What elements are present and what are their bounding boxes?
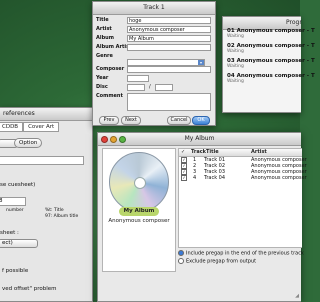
album-artist-field[interactable] bbox=[127, 44, 211, 51]
zoom-icon[interactable] bbox=[119, 136, 126, 143]
preferences-window: references CDDB Cover Art Option se cues… bbox=[0, 107, 93, 302]
progress-item-status: Waiting bbox=[227, 49, 244, 54]
cover-art-panel[interactable]: My Album Anonymous composer bbox=[102, 148, 176, 272]
track-number: 4 bbox=[193, 175, 197, 181]
progress-item: 04 Anonymous composer - T Waiting bbox=[227, 73, 315, 84]
disc-label: Disc bbox=[96, 84, 108, 90]
include-pregap-radio[interactable] bbox=[178, 250, 184, 256]
prefs-number-field[interactable]: 8 bbox=[0, 197, 26, 206]
track-titlebar[interactable]: Track 1 bbox=[93, 2, 215, 15]
chevron-down-icon: ▾ bbox=[198, 60, 204, 65]
progress-window: Progr 01 Anonymous composer - T Waiting … bbox=[222, 16, 315, 113]
table-row[interactable]: ✓ 4 Track 04 Anonymous composer bbox=[179, 175, 307, 181]
title-label: Title bbox=[96, 17, 109, 23]
exclude-pregap-label: Exclude pregap from output bbox=[186, 258, 257, 265]
tab-cover-art[interactable]: Cover Art bbox=[23, 122, 60, 132]
track-title: Track 04 bbox=[204, 175, 226, 181]
preferences-title: references bbox=[3, 110, 35, 117]
tab-cddb[interactable]: CDDB bbox=[0, 122, 24, 132]
preferences-tabs: CDDB Cover Art bbox=[0, 122, 60, 132]
offset-problem-label: ved offset" problem bbox=[2, 286, 57, 292]
artist-label: Artist bbox=[96, 26, 112, 32]
title-field[interactable]: hoge bbox=[127, 17, 211, 24]
composer-label: Composer bbox=[96, 66, 125, 72]
album-label: Album bbox=[96, 35, 114, 41]
album-window: My Album My Album Anonymous composer ✓ T… bbox=[97, 132, 307, 302]
artist-field[interactable]: Anonymous composer bbox=[127, 26, 211, 33]
comment-field[interactable] bbox=[127, 93, 211, 111]
resize-grip-icon[interactable]: ◢ bbox=[295, 293, 299, 299]
include-pregap-label: Include pregap in the end of the previou… bbox=[186, 250, 304, 257]
progress-window-title: Progr bbox=[286, 19, 302, 26]
title-hint: %t: Title bbox=[45, 208, 64, 213]
next-button[interactable]: Next bbox=[121, 116, 141, 125]
comment-label: Comment bbox=[96, 93, 123, 99]
cancel-button[interactable]: Cancel bbox=[167, 116, 191, 125]
exclude-pregap-option[interactable]: Exclude pregap from output bbox=[178, 258, 256, 265]
exclude-pregap-radio[interactable] bbox=[178, 258, 184, 264]
genre-select[interactable]: ▾ bbox=[127, 59, 205, 66]
album-window-title: My Album bbox=[184, 135, 215, 142]
album-artist-label: Anonymous composer bbox=[108, 218, 170, 224]
include-pregap-option[interactable]: Include pregap in the end of the previou… bbox=[178, 250, 304, 257]
disc-number-field[interactable] bbox=[127, 84, 145, 91]
column-header-track[interactable]: Track bbox=[191, 149, 206, 156]
progress-item: 03 Anonymous composer - T Waiting bbox=[227, 58, 315, 69]
year-field[interactable] bbox=[127, 75, 149, 82]
prefs-text-field[interactable] bbox=[0, 156, 84, 165]
album-field[interactable]: My Album bbox=[127, 35, 211, 42]
cuesheet-label: se cuesheet) bbox=[0, 182, 36, 188]
cd-icon bbox=[109, 152, 169, 212]
track-table: ✓ Track Title Artist ✓ 1 Track 01 Anonym… bbox=[178, 148, 307, 248]
if-possible-label: f possible bbox=[2, 268, 29, 274]
progress-item: 01 Anonymous composer - T Waiting bbox=[227, 28, 315, 39]
checkbox-column-header[interactable]: ✓ bbox=[181, 149, 185, 156]
prefs-select[interactable]: ect) bbox=[0, 239, 38, 248]
track-checkbox[interactable]: ✓ bbox=[181, 175, 187, 181]
progress-item-status: Waiting bbox=[227, 64, 244, 69]
option-button[interactable]: Option bbox=[14, 138, 43, 148]
disc-separator: / bbox=[149, 84, 151, 90]
number-hint: number bbox=[6, 208, 24, 213]
progress-item-status: Waiting bbox=[227, 34, 244, 39]
column-header-title[interactable]: Title bbox=[206, 149, 219, 156]
album-name-label: My Album bbox=[119, 207, 159, 216]
column-header-artist[interactable]: Artist bbox=[251, 149, 267, 156]
disc-total-field[interactable] bbox=[155, 84, 173, 91]
album-titlebar[interactable]: My Album bbox=[98, 133, 301, 146]
track-window-title: Track 1 bbox=[143, 4, 165, 11]
year-label: Year bbox=[96, 75, 109, 81]
sheet-label: sheet : bbox=[0, 230, 19, 236]
composer-field[interactable] bbox=[127, 66, 211, 73]
minimize-icon[interactable] bbox=[110, 136, 117, 143]
track-artist: Anonymous composer bbox=[251, 175, 307, 181]
track-info-window: Track 1 Title hoge Artist Anonymous comp… bbox=[92, 1, 216, 126]
progress-item-status: Waiting bbox=[227, 79, 244, 84]
genre-label: Genre bbox=[96, 53, 113, 59]
cd-hole bbox=[134, 177, 146, 189]
progress-item: 02 Anonymous composer - T Waiting bbox=[227, 43, 315, 54]
prev-button[interactable]: Prev bbox=[99, 116, 119, 125]
close-icon[interactable] bbox=[101, 136, 108, 143]
preferences-titlebar[interactable]: references bbox=[0, 108, 92, 121]
ok-button[interactable]: OK bbox=[192, 116, 210, 125]
window-controls bbox=[101, 136, 126, 143]
album-title-hint: 97: Album title bbox=[45, 214, 79, 219]
table-header: ✓ Track Title Artist bbox=[179, 149, 302, 157]
